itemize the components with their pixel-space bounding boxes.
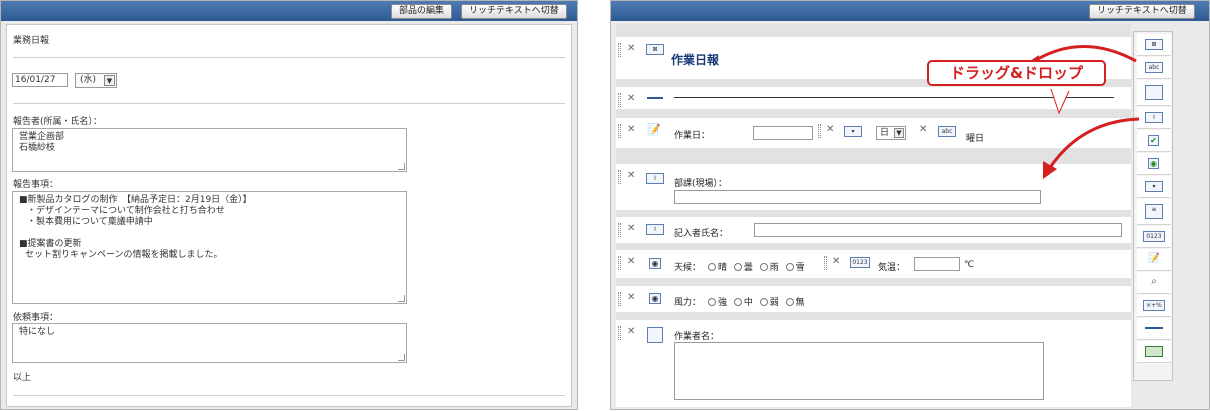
divider <box>13 395 565 396</box>
date-field[interactable]: 16/01/27 <box>12 73 68 87</box>
report-line: ・デザインテーマについて制作会社と打ち合わせ <box>27 206 225 216</box>
weekday-select[interactable]: (水) ▼ <box>75 73 117 88</box>
drag-arrows <box>1021 45 1140 179</box>
resize-handle[interactable] <box>398 354 405 361</box>
divider <box>13 57 565 58</box>
resize-handle[interactable] <box>398 163 405 170</box>
report-label: 報告事項： <box>13 180 59 190</box>
left-toolbar: 部品の編集 リッチテキストへ切替 <box>1 1 577 21</box>
report-textarea[interactable]: ■新製品カタログの制作 【納品予定日：2月19日（金）】 ・デザインテーマについ… <box>12 191 407 304</box>
divider <box>13 103 565 104</box>
report-line: ■提案書の更新 <box>19 239 82 249</box>
report-line: セット割りキャンペーンの情報を掲載しました。 <box>25 250 223 260</box>
resize-handle[interactable] <box>398 295 405 302</box>
report-line: ■新製品カタログの制作 【納品予定日：2月19日（金）】 <box>19 195 252 205</box>
right-panel: リッチテキストへ切替 ✕ ⊠ 作業日報 ✕ ✕ 📝 作業日： ✕ ▾ 日 ▼ ✕… <box>610 0 1210 410</box>
request-value: 特になし <box>19 327 56 337</box>
edit-parts-button[interactable]: 部品の編集 <box>391 4 453 19</box>
weekday-value: (水) <box>80 75 97 85</box>
request-label: 依頼事項： <box>13 313 59 323</box>
report-line <box>19 228 400 239</box>
reporter-label: 報告者(所属・氏名）： <box>13 117 103 127</box>
switch-richtext-button[interactable]: リッチテキストへ切替 <box>461 4 567 19</box>
closing-text: 以上 <box>13 373 32 383</box>
reporter-textarea[interactable]: 営業企画部 石橋紗枝 <box>12 128 407 172</box>
reporter-line: 営業企画部 <box>19 132 65 142</box>
report-line: ・製本費用について稟議申請中 <box>27 217 153 227</box>
reporter-line: 石橋紗枝 <box>19 143 56 153</box>
drag-and-drop-callout: ドラッグ&ドロップ <box>927 60 1106 86</box>
document-title: 業務日報 <box>13 36 50 46</box>
report-document: 業務日報 16/01/27 (水) ▼ 報告者(所属・氏名）： 営業企画部 石橋… <box>6 24 572 407</box>
chevron-down-icon[interactable]: ▼ <box>104 75 115 86</box>
request-textarea[interactable]: 特になし <box>12 323 407 363</box>
left-panel: 部品の編集 リッチテキストへ切替 業務日報 16/01/27 (水) ▼ 報告者… <box>0 0 578 410</box>
